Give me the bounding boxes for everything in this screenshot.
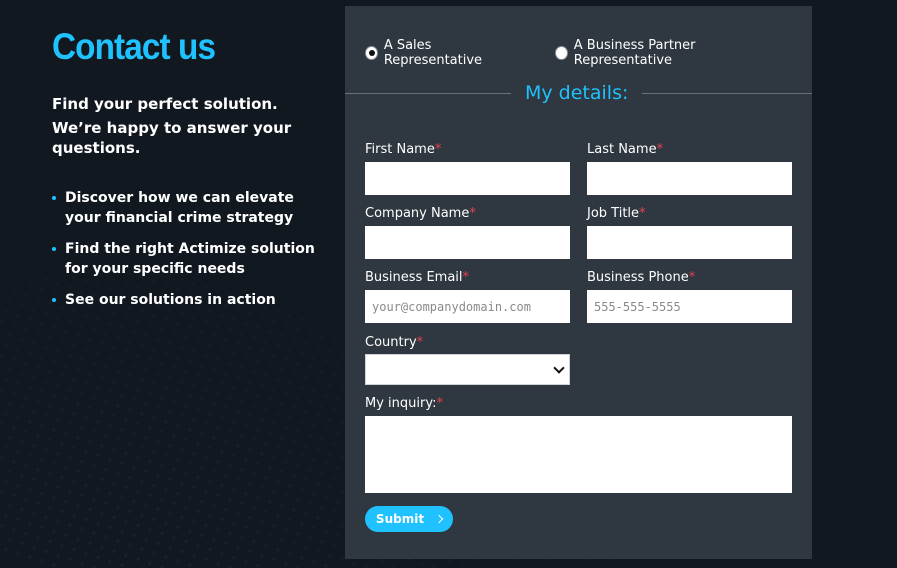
radio-business-partner-representative[interactable]: A Business Partner Representative	[554, 38, 776, 68]
my-details-heading: My details:	[345, 80, 812, 106]
divider	[642, 92, 812, 94]
inquiry-label: My inquiry:*	[365, 396, 443, 411]
intro-line-1: Find your perfect solution.	[52, 95, 278, 113]
chevron-down-icon[interactable]	[553, 362, 565, 374]
benefit-item: Find the right Actimize solution for you…	[52, 239, 322, 279]
intro-line-2: We’re happy to answer your questions.	[52, 119, 292, 157]
business-email-label: Business Email*	[365, 270, 470, 285]
benefits-list: Discover how we can elevate your financi…	[52, 188, 322, 310]
company-name-label: Company Name*	[365, 206, 476, 221]
inquiry-textarea[interactable]	[365, 416, 792, 493]
last-name-label: Last Name*	[587, 142, 664, 157]
submit-button[interactable]: Submit	[365, 506, 453, 532]
page-title: Contact us	[52, 26, 216, 67]
first-name-label: First Name*	[365, 142, 442, 157]
first-name-input[interactable]	[365, 162, 570, 195]
job-title-input[interactable]	[587, 226, 792, 259]
country-label: Country*	[365, 335, 424, 350]
bullet-dot-icon	[52, 247, 56, 251]
company-name-input[interactable]	[365, 226, 570, 259]
business-phone-label: Business Phone*	[587, 270, 696, 285]
bullet-dot-icon	[52, 196, 56, 200]
country-select[interactable]	[365, 354, 570, 385]
benefit-item: Discover how we can elevate your financi…	[52, 188, 322, 228]
intro-section: Contact us Find your perfect solution. W…	[52, 26, 322, 321]
last-name-input[interactable]	[587, 162, 792, 195]
business-phone-input[interactable]	[587, 290, 792, 323]
bullet-dot-icon	[52, 298, 56, 302]
business-email-input[interactable]	[365, 290, 570, 323]
benefit-item: See our solutions in action	[52, 290, 322, 310]
chevron-right-icon	[434, 514, 444, 524]
radio-sales-representative[interactable]: A Sales Representative	[365, 38, 519, 68]
divider	[345, 92, 511, 94]
job-title-label: Job Title*	[587, 206, 646, 221]
contact-type-radio-group: A Sales Representative A Business Partne…	[365, 38, 812, 68]
contact-form-panel: A Sales Representative A Business Partne…	[345, 6, 812, 559]
radio-unchecked-icon[interactable]	[554, 46, 568, 60]
radio-checked-icon[interactable]	[365, 46, 378, 60]
